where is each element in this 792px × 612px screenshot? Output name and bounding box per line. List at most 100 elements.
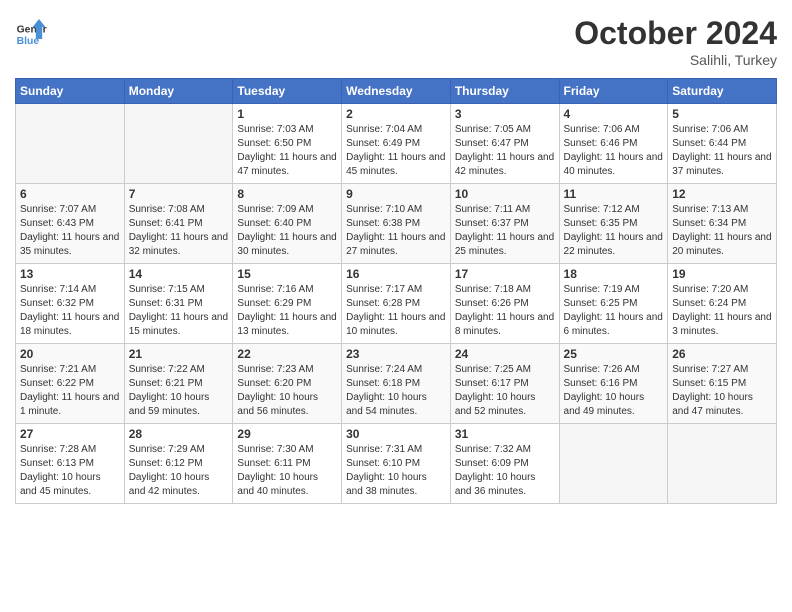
daylight-text: Daylight: 10 hours and 36 minutes.	[455, 472, 536, 497]
day-info: Sunrise: 7:31 AM Sunset: 6:10 PM Dayligh…	[346, 443, 446, 499]
daylight-text: Daylight: 11 hours and 3 minutes.	[672, 312, 771, 337]
day-number: 17	[455, 267, 555, 281]
daylight-text: Daylight: 11 hours and 40 minutes.	[564, 152, 663, 177]
daylight-text: Daylight: 11 hours and 1 minute.	[20, 392, 119, 417]
day-info: Sunrise: 7:14 AM Sunset: 6:32 PM Dayligh…	[20, 283, 120, 339]
day-info: Sunrise: 7:24 AM Sunset: 6:18 PM Dayligh…	[346, 363, 446, 419]
day-info: Sunrise: 7:19 AM Sunset: 6:25 PM Dayligh…	[564, 283, 664, 339]
sunrise-text: Sunrise: 7:08 AM	[129, 204, 205, 215]
sunset-text: Sunset: 6:34 PM	[672, 218, 746, 229]
sunset-text: Sunset: 6:10 PM	[346, 458, 420, 469]
calendar-cell: 2 Sunrise: 7:04 AM Sunset: 6:49 PM Dayli…	[342, 104, 451, 184]
day-number: 5	[672, 107, 772, 121]
sunset-text: Sunset: 6:18 PM	[346, 378, 420, 389]
daylight-text: Daylight: 10 hours and 54 minutes.	[346, 392, 427, 417]
sunrise-text: Sunrise: 7:17 AM	[346, 284, 422, 295]
calendar-cell: 24 Sunrise: 7:25 AM Sunset: 6:17 PM Dayl…	[450, 344, 559, 424]
day-info: Sunrise: 7:23 AM Sunset: 6:20 PM Dayligh…	[237, 363, 337, 419]
day-number: 18	[564, 267, 664, 281]
calendar-cell: 6 Sunrise: 7:07 AM Sunset: 6:43 PM Dayli…	[16, 184, 125, 264]
sunrise-text: Sunrise: 7:10 AM	[346, 204, 422, 215]
calendar-cell: 29 Sunrise: 7:30 AM Sunset: 6:11 PM Dayl…	[233, 424, 342, 504]
sunrise-text: Sunrise: 7:27 AM	[672, 364, 748, 375]
calendar-table: SundayMondayTuesdayWednesdayThursdayFrid…	[15, 78, 777, 504]
calendar-cell: 21 Sunrise: 7:22 AM Sunset: 6:21 PM Dayl…	[124, 344, 233, 424]
day-number: 31	[455, 427, 555, 441]
day-info: Sunrise: 7:10 AM Sunset: 6:38 PM Dayligh…	[346, 203, 446, 259]
calendar-cell	[559, 424, 668, 504]
calendar-cell: 3 Sunrise: 7:05 AM Sunset: 6:47 PM Dayli…	[450, 104, 559, 184]
daylight-text: Daylight: 10 hours and 45 minutes.	[20, 472, 101, 497]
calendar-week-row: 6 Sunrise: 7:07 AM Sunset: 6:43 PM Dayli…	[16, 184, 777, 264]
day-number: 15	[237, 267, 337, 281]
day-info: Sunrise: 7:30 AM Sunset: 6:11 PM Dayligh…	[237, 443, 337, 499]
calendar-cell: 15 Sunrise: 7:16 AM Sunset: 6:29 PM Dayl…	[233, 264, 342, 344]
calendar-week-row: 13 Sunrise: 7:14 AM Sunset: 6:32 PM Dayl…	[16, 264, 777, 344]
calendar-cell: 8 Sunrise: 7:09 AM Sunset: 6:40 PM Dayli…	[233, 184, 342, 264]
calendar-cell: 1 Sunrise: 7:03 AM Sunset: 6:50 PM Dayli…	[233, 104, 342, 184]
sunrise-text: Sunrise: 7:22 AM	[129, 364, 205, 375]
day-number: 4	[564, 107, 664, 121]
sunset-text: Sunset: 6:22 PM	[20, 378, 94, 389]
day-number: 10	[455, 187, 555, 201]
sunrise-text: Sunrise: 7:06 AM	[564, 124, 640, 135]
logo: General Blue	[15, 15, 47, 47]
month-title: October 2024	[574, 15, 777, 52]
sunset-text: Sunset: 6:49 PM	[346, 138, 420, 149]
day-number: 3	[455, 107, 555, 121]
sunset-text: Sunset: 6:28 PM	[346, 298, 420, 309]
sunset-text: Sunset: 6:13 PM	[20, 458, 94, 469]
sunrise-text: Sunrise: 7:23 AM	[237, 364, 313, 375]
day-number: 24	[455, 347, 555, 361]
weekday-header: Thursday	[450, 79, 559, 104]
day-info: Sunrise: 7:16 AM Sunset: 6:29 PM Dayligh…	[237, 283, 337, 339]
sunset-text: Sunset: 6:31 PM	[129, 298, 203, 309]
calendar-cell: 4 Sunrise: 7:06 AM Sunset: 6:46 PM Dayli…	[559, 104, 668, 184]
day-info: Sunrise: 7:27 AM Sunset: 6:15 PM Dayligh…	[672, 363, 772, 419]
day-number: 11	[564, 187, 664, 201]
day-number: 25	[564, 347, 664, 361]
sunrise-text: Sunrise: 7:06 AM	[672, 124, 748, 135]
sunset-text: Sunset: 6:35 PM	[564, 218, 638, 229]
daylight-text: Daylight: 11 hours and 30 minutes.	[237, 232, 336, 257]
sunset-text: Sunset: 6:38 PM	[346, 218, 420, 229]
day-info: Sunrise: 7:21 AM Sunset: 6:22 PM Dayligh…	[20, 363, 120, 419]
day-number: 13	[20, 267, 120, 281]
sunrise-text: Sunrise: 7:21 AM	[20, 364, 96, 375]
sunset-text: Sunset: 6:26 PM	[455, 298, 529, 309]
daylight-text: Daylight: 11 hours and 18 minutes.	[20, 312, 119, 337]
calendar-cell: 16 Sunrise: 7:17 AM Sunset: 6:28 PM Dayl…	[342, 264, 451, 344]
daylight-text: Daylight: 11 hours and 13 minutes.	[237, 312, 336, 337]
sunrise-text: Sunrise: 7:24 AM	[346, 364, 422, 375]
day-number: 12	[672, 187, 772, 201]
daylight-text: Daylight: 10 hours and 52 minutes.	[455, 392, 536, 417]
day-info: Sunrise: 7:18 AM Sunset: 6:26 PM Dayligh…	[455, 283, 555, 339]
sunset-text: Sunset: 6:29 PM	[237, 298, 311, 309]
calendar-cell: 13 Sunrise: 7:14 AM Sunset: 6:32 PM Dayl…	[16, 264, 125, 344]
day-number: 9	[346, 187, 446, 201]
day-info: Sunrise: 7:08 AM Sunset: 6:41 PM Dayligh…	[129, 203, 229, 259]
calendar-week-row: 20 Sunrise: 7:21 AM Sunset: 6:22 PM Dayl…	[16, 344, 777, 424]
day-info: Sunrise: 7:26 AM Sunset: 6:16 PM Dayligh…	[564, 363, 664, 419]
calendar-cell: 14 Sunrise: 7:15 AM Sunset: 6:31 PM Dayl…	[124, 264, 233, 344]
sunset-text: Sunset: 6:16 PM	[564, 378, 638, 389]
calendar-cell: 25 Sunrise: 7:26 AM Sunset: 6:16 PM Dayl…	[559, 344, 668, 424]
day-number: 1	[237, 107, 337, 121]
weekday-header: Wednesday	[342, 79, 451, 104]
daylight-text: Daylight: 10 hours and 42 minutes.	[129, 472, 210, 497]
daylight-text: Daylight: 11 hours and 27 minutes.	[346, 232, 445, 257]
sunset-text: Sunset: 6:15 PM	[672, 378, 746, 389]
sunset-text: Sunset: 6:40 PM	[237, 218, 311, 229]
day-info: Sunrise: 7:28 AM Sunset: 6:13 PM Dayligh…	[20, 443, 120, 499]
day-number: 29	[237, 427, 337, 441]
sunrise-text: Sunrise: 7:07 AM	[20, 204, 96, 215]
daylight-text: Daylight: 11 hours and 45 minutes.	[346, 152, 445, 177]
weekday-header: Friday	[559, 79, 668, 104]
calendar-cell: 30 Sunrise: 7:31 AM Sunset: 6:10 PM Dayl…	[342, 424, 451, 504]
day-number: 6	[20, 187, 120, 201]
calendar-cell: 11 Sunrise: 7:12 AM Sunset: 6:35 PM Dayl…	[559, 184, 668, 264]
calendar-cell: 26 Sunrise: 7:27 AM Sunset: 6:15 PM Dayl…	[668, 344, 777, 424]
daylight-text: Daylight: 10 hours and 40 minutes.	[237, 472, 318, 497]
sunset-text: Sunset: 6:09 PM	[455, 458, 529, 469]
sunrise-text: Sunrise: 7:30 AM	[237, 444, 313, 455]
